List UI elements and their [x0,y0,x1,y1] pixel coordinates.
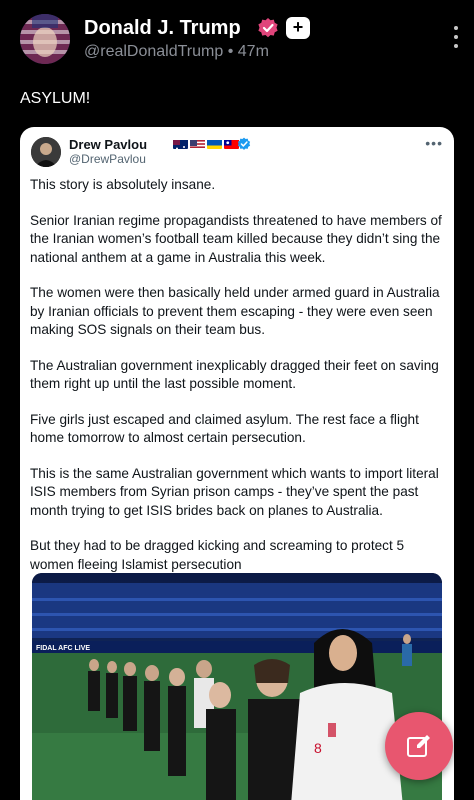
quoted-paragraph: This story is absolutely insane. [30,177,216,192]
flag-emoji-group [173,138,239,150]
plus-badge-icon: + [286,17,310,39]
australia-flag-icon [173,138,188,149]
meta-separator: • [227,43,234,60]
quoted-paragraph: Five girls just escaped and claimed asyl… [30,411,419,446]
pencil-compose-icon [407,735,430,757]
post-header: Donald J. Trump + @realDonaldTrump • 47m [20,14,460,66]
quoted-author-handle[interactable]: @DrewPavlou [69,152,146,166]
author-handle[interactable]: @realDonaldTrump [84,43,223,60]
media-banner-text: FIDAL AFC LIVE [36,645,90,652]
quoted-more-icon[interactable]: ••• [425,135,443,151]
verified-badge-icon [257,17,279,39]
quoted-post-card[interactable]: Drew Pavlou @DrewPavlou ••• This story i… [20,127,454,800]
compose-button[interactable] [385,712,453,780]
quoted-verified-icon [237,137,251,151]
usa-flag-icon [190,138,205,149]
quoted-author-avatar[interactable] [31,137,61,167]
quoted-post-body: This story is absolutely insane. Senior … [30,176,448,591]
author-name[interactable]: Donald J. Trump [84,17,241,40]
quoted-paragraph: Senior Iranian regime propagandists thre… [30,212,442,265]
kebab-menu-icon[interactable] [452,26,460,52]
quoted-paragraph: The Australian government inexplicably d… [30,357,439,392]
ukraine-flag-icon [207,138,222,149]
quoted-author-name[interactable]: Drew Pavlou [69,137,147,152]
post-text: ASYLUM! [20,90,91,107]
post-time: 47m [237,43,269,60]
quoted-paragraph: But they had to be dragged kicking and s… [30,538,405,572]
quoted-paragraph: The women were then basically held under… [30,285,440,337]
svg-text:8: 8 [314,740,322,756]
quoted-media-image[interactable]: FIDAL AFC LIVE 8 [32,573,442,800]
author-meta: @realDonaldTrump • 47m [84,43,269,61]
author-avatar[interactable] [20,14,70,64]
quoted-paragraph: This is the same Australian government w… [30,465,439,518]
